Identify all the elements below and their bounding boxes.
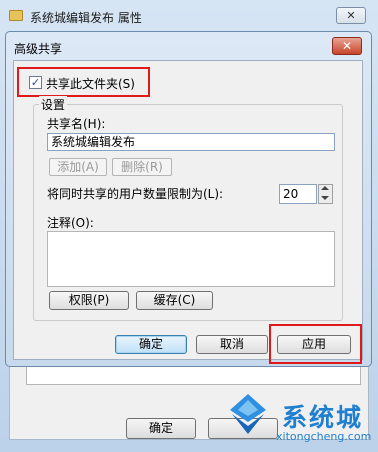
chevron-down-icon[interactable] [321, 196, 329, 200]
comment-textarea[interactable] [47, 231, 335, 287]
apply-button[interactable]: 应用 [277, 335, 351, 354]
user-limit-input[interactable]: 20 [279, 184, 317, 204]
chevron-up-icon[interactable] [321, 186, 329, 190]
share-name-input[interactable]: 系统城编辑发布 [47, 133, 335, 151]
user-limit-label: 将同时共享的用户数量限制为(L): [47, 187, 224, 201]
dialog-close-button[interactable]: ✕ [332, 37, 362, 55]
watermark-url: xitongcheng.com [276, 430, 372, 443]
share-folder-label[interactable]: 共享此文件夹(S) [46, 75, 135, 92]
add-button[interactable]: 添加(A) [49, 158, 107, 176]
watermark-logo-icon [228, 392, 268, 436]
caching-button[interactable]: 缓存(C) [136, 291, 213, 310]
comment-label: 注释(O): [47, 216, 94, 230]
properties-ok-button[interactable]: 确定 [126, 418, 196, 439]
remove-button[interactable]: 删除(R) [112, 158, 172, 176]
share-name-label: 共享名(H): [47, 117, 106, 131]
settings-group-title: 设置 [39, 96, 68, 113]
folder-icon [9, 10, 23, 21]
ok-button[interactable]: 确定 [115, 335, 187, 354]
share-folder-checkbox[interactable]: ✓ [29, 76, 42, 89]
properties-close-button[interactable]: ✕ [336, 7, 366, 24]
watermark-name: 系统城 [282, 403, 364, 432]
dialog-title: 高级共享 [14, 42, 63, 56]
cancel-button[interactable]: 取消 [196, 335, 268, 354]
properties-window-title: 系统城编辑发布 属性 [30, 11, 142, 25]
permissions-button[interactable]: 权限(P) [49, 291, 129, 310]
